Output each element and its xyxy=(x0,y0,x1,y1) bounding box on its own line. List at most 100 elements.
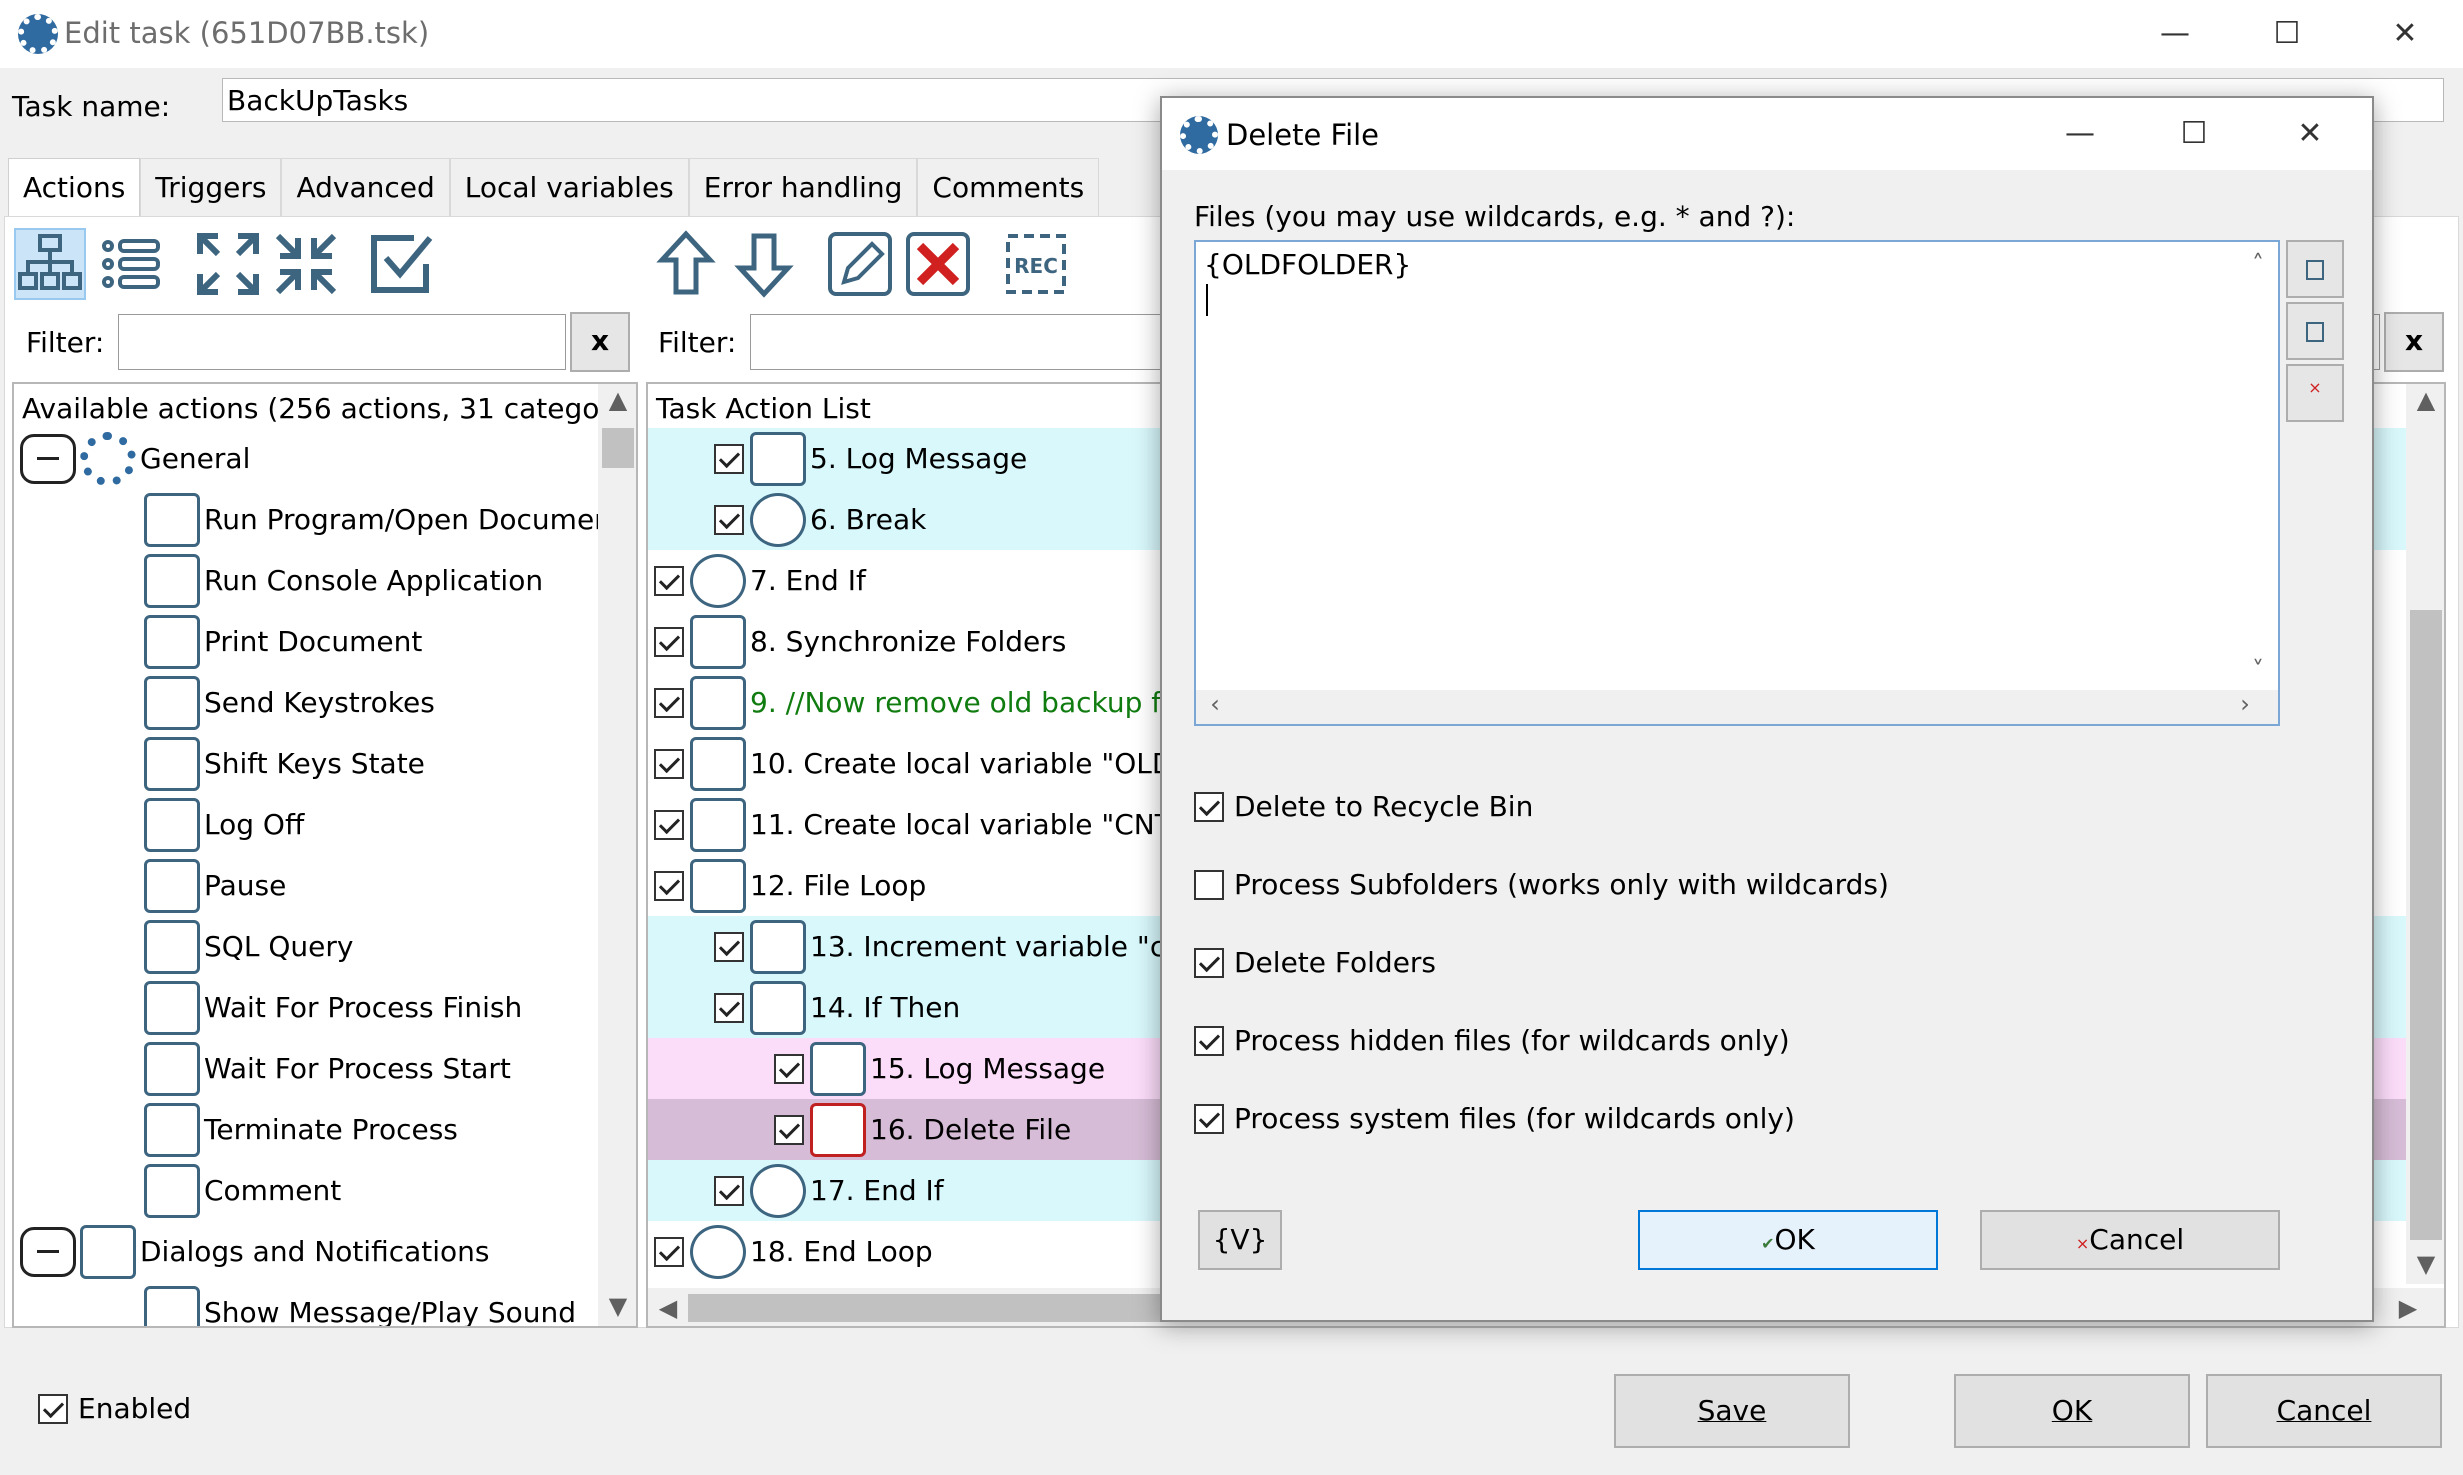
delete-action-button[interactable] xyxy=(902,228,974,300)
ok-button[interactable]: OK xyxy=(1954,1374,2190,1448)
tree-view-button[interactable] xyxy=(14,228,86,300)
action-row[interactable]: Run Program/Open Document xyxy=(14,489,623,550)
task-action-checkbox[interactable] xyxy=(654,810,684,840)
action-label: Print Document xyxy=(204,625,423,658)
option-checkbox[interactable] xyxy=(1194,870,1224,900)
option-checkbox[interactable] xyxy=(1194,1104,1224,1134)
left-filter-clear-button[interactable]: x xyxy=(570,312,630,372)
task-action-checkbox[interactable] xyxy=(774,1054,804,1084)
action-row[interactable]: Pause xyxy=(14,855,596,916)
tab-local-variables[interactable]: Local variables xyxy=(449,158,689,217)
collapse-toggle-icon[interactable] xyxy=(20,1227,76,1277)
task-action-checkbox[interactable] xyxy=(714,993,744,1023)
dialog-cancel-button[interactable]: ×Cancel xyxy=(1980,1210,2280,1270)
option-checkbox[interactable] xyxy=(1194,1026,1224,1056)
action-row[interactable]: Wait For Process Finish xyxy=(14,977,596,1038)
tab-error-handling[interactable]: Error handling xyxy=(688,158,918,217)
action-row[interactable]: Wait For Process Start xyxy=(14,1038,596,1099)
textarea-scroll-left[interactable]: ‹ xyxy=(1200,690,1230,718)
dialog-option[interactable]: Delete to Recycle Bin xyxy=(1194,788,2194,828)
dialog-maximize-button[interactable]: ☐ xyxy=(2162,104,2226,164)
minimize-button[interactable]: — xyxy=(2140,4,2210,64)
dialog-minimize-button[interactable]: — xyxy=(2048,104,2112,164)
dialog-option[interactable]: Process Subfolders (works only with wild… xyxy=(1194,866,2194,906)
task-action-checkbox[interactable] xyxy=(714,1176,744,1206)
dialog-option[interactable]: Delete Folders xyxy=(1194,944,2194,984)
maximize-button[interactable]: ☐ xyxy=(2252,4,2322,64)
move-up-button[interactable] xyxy=(650,228,722,300)
task-scroll-down-arrow[interactable]: ▼ xyxy=(2406,1250,2444,1278)
scroll-down-arrow[interactable]: ▼ xyxy=(598,1292,636,1320)
task-name-value: BackUpTasks xyxy=(227,84,409,117)
clear-files-button[interactable]: × xyxy=(2286,364,2344,422)
expand-all-button[interactable] xyxy=(192,228,264,300)
task-action-checkbox[interactable] xyxy=(654,688,684,718)
cancel-button[interactable]: Cancel xyxy=(2206,1374,2442,1448)
list-view-button[interactable] xyxy=(94,228,166,300)
action-row[interactable]: Log Off xyxy=(14,794,596,855)
save-button[interactable]: Save xyxy=(1614,1374,1850,1448)
category-row[interactable]: General xyxy=(14,428,596,489)
collapse-toggle-icon[interactable] xyxy=(20,434,76,484)
action-row[interactable]: Terminate Process xyxy=(14,1099,596,1160)
check-all-button[interactable] xyxy=(366,228,438,300)
enabled-label: Enabled xyxy=(78,1392,192,1425)
task-list-scrollbar[interactable]: ▲ ▼ xyxy=(2406,384,2444,1284)
dialog-ok-button[interactable]: ✔OK xyxy=(1638,1210,1938,1270)
hscroll-right-arrow[interactable]: ▶ xyxy=(2388,1294,2428,1322)
task-scroll-thumb[interactable] xyxy=(2410,610,2442,1240)
action-row[interactable]: SQL Query xyxy=(14,916,596,977)
option-checkbox[interactable] xyxy=(1194,792,1224,822)
tab-comments[interactable]: Comments xyxy=(917,158,1100,217)
browse-folder-button[interactable] xyxy=(2286,302,2344,360)
close-button[interactable]: ✕ xyxy=(2370,4,2440,64)
folder-icon xyxy=(2306,322,2324,342)
record-button[interactable]: REC xyxy=(1000,228,1072,300)
task-action-checkbox[interactable] xyxy=(774,1115,804,1145)
textarea-scroll-up[interactable]: ˄ xyxy=(2240,250,2276,278)
scroll-thumb[interactable] xyxy=(602,428,634,468)
browse-file-button[interactable] xyxy=(2286,240,2344,298)
action-row[interactable]: Show Message/Play Sound xyxy=(14,1282,596,1326)
action-row[interactable]: Print Document xyxy=(14,611,596,672)
task-action-checkbox[interactable] xyxy=(654,871,684,901)
hscroll-left-arrow[interactable]: ◀ xyxy=(648,1294,688,1322)
action-row[interactable]: Comment xyxy=(14,1160,596,1221)
task-action-checkbox[interactable] xyxy=(654,627,684,657)
option-checkbox[interactable] xyxy=(1194,948,1224,978)
action-label: SQL Query xyxy=(204,930,354,963)
task-action-checkbox[interactable] xyxy=(654,1237,684,1267)
variables-button[interactable]: {V} xyxy=(1198,1210,1282,1270)
action-label: Pause xyxy=(204,869,287,902)
action-row[interactable]: Run Console Application xyxy=(14,550,596,611)
textarea-hscroll[interactable]: ‹ › xyxy=(1196,690,2278,724)
enabled-checkbox[interactable] xyxy=(38,1394,68,1424)
textarea-scroll-right[interactable]: › xyxy=(2230,690,2260,718)
action-row[interactable]: Shift Keys State xyxy=(14,733,596,794)
task-action-checkbox[interactable] xyxy=(714,932,744,962)
left-filter-input[interactable] xyxy=(118,314,566,370)
available-actions-scrollbar[interactable]: ▲ ▼ xyxy=(598,384,636,1326)
action-label: Dialogs and Notifications xyxy=(140,1235,490,1268)
tab-advanced[interactable]: Advanced xyxy=(281,158,450,217)
collapse-all-button[interactable] xyxy=(270,228,342,300)
task-action-checkbox[interactable] xyxy=(654,749,684,779)
task-action-checkbox[interactable] xyxy=(714,444,744,474)
dialog-option[interactable]: Process system files (for wildcards only… xyxy=(1194,1100,2194,1140)
task-scroll-up-arrow[interactable]: ▲ xyxy=(2406,386,2444,414)
textarea-scroll-down[interactable]: ˅ xyxy=(2240,656,2276,684)
right-filter-clear-button[interactable]: x xyxy=(2384,312,2444,372)
category-row[interactable]: Dialogs and Notifications xyxy=(14,1221,596,1282)
dialog-option[interactable]: Process hidden files (for wildcards only… xyxy=(1194,1022,2194,1062)
tab-strip: Actions Triggers Advanced Local variable… xyxy=(8,158,1100,218)
move-down-button[interactable] xyxy=(728,228,800,300)
task-action-checkbox[interactable] xyxy=(714,505,744,535)
tab-actions[interactable]: Actions xyxy=(8,158,141,217)
edit-action-button[interactable] xyxy=(824,228,896,300)
files-textarea[interactable]: {OLDFOLDER} ˄ ˅ ‹ › xyxy=(1194,240,2280,726)
tab-triggers[interactable]: Triggers xyxy=(140,158,282,217)
scroll-up-arrow[interactable]: ▲ xyxy=(598,386,636,414)
action-row[interactable]: Send Keystrokes xyxy=(14,672,596,733)
task-action-checkbox[interactable] xyxy=(654,566,684,596)
dialog-close-button[interactable]: ✕ xyxy=(2278,104,2342,164)
